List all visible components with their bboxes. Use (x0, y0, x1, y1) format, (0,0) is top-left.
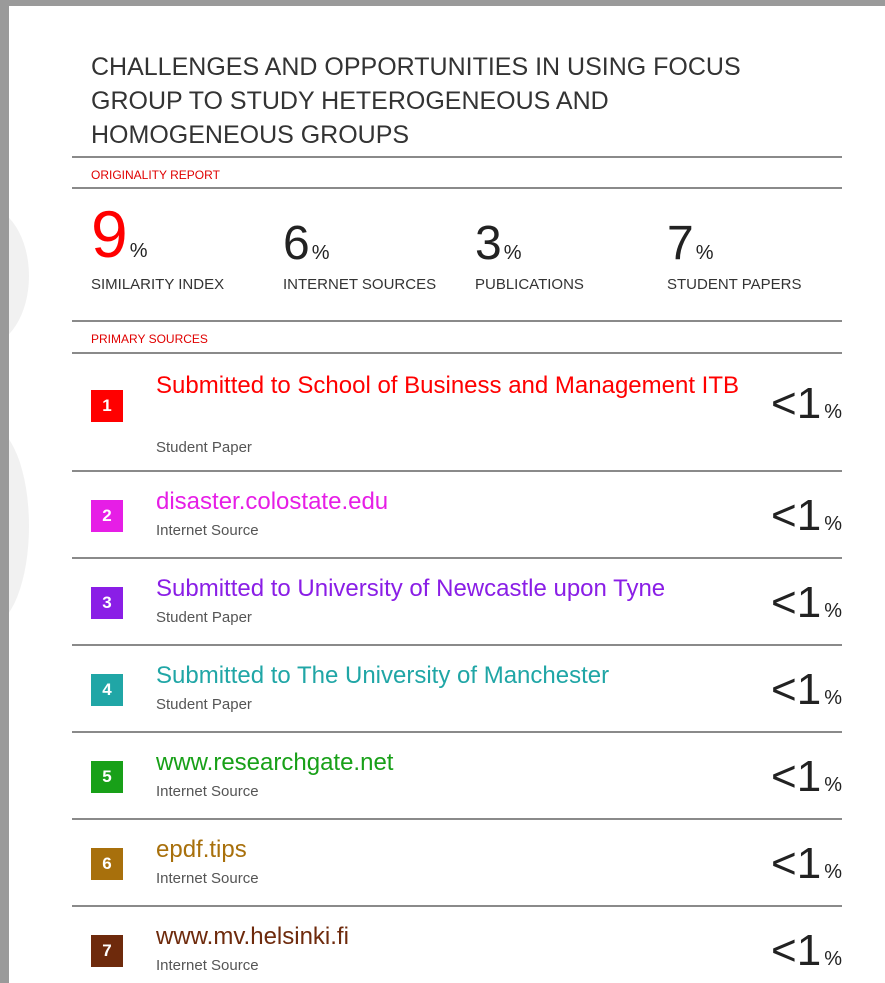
source-percent-value: <1 (771, 839, 822, 888)
source-row[interactable]: 4 Submitted to The University of Manches… (72, 646, 842, 731)
source-type: Internet Source (156, 957, 259, 974)
source-row[interactable]: 2 disaster.colostate.edu Internet Source… (72, 472, 842, 557)
source-percent-unit: % (824, 861, 842, 883)
publications-unit: % (503, 242, 522, 264)
source-title[interactable]: disaster.colostate.edu (156, 484, 746, 520)
source-percent-value: <1 (771, 926, 822, 975)
student-unit: % (695, 242, 714, 264)
report-page: CHALLENGES AND OPPORTUNITIES IN USING FO… (9, 6, 885, 983)
source-title[interactable]: www.researchgate.net (156, 745, 746, 781)
source-percent: <1% (771, 494, 842, 538)
student-label: STUDENT PAPERS (667, 276, 802, 293)
source-percent: <1% (771, 581, 842, 625)
source-percent: <1% (771, 755, 842, 799)
publications-label: PUBLICATIONS (475, 276, 584, 293)
publications-value: 3 (475, 217, 502, 270)
source-type: Student Paper (156, 439, 252, 456)
source-percent-unit: % (824, 774, 842, 796)
source-rank-badge: 7 (91, 935, 123, 967)
source-percent-unit: % (824, 401, 842, 423)
source-title[interactable]: www.mv.helsinki.fi (156, 919, 746, 955)
source-percent-value: <1 (771, 491, 822, 540)
source-rank-badge: 6 (91, 848, 123, 880)
source-percent-unit: % (824, 513, 842, 535)
source-rank-badge: 4 (91, 674, 123, 706)
stat-similarity-index: 9% SIMILARITY INDEX (91, 197, 224, 293)
source-type: Internet Source (156, 783, 259, 800)
source-title[interactable]: Submitted to School of Business and Mana… (156, 368, 746, 404)
student-value: 7 (667, 217, 694, 270)
divider (72, 187, 842, 189)
stat-publications: 3% PUBLICATIONS (475, 217, 584, 294)
source-percent: <1% (771, 929, 842, 973)
source-row[interactable]: 7 www.mv.helsinki.fi Internet Source <1% (72, 907, 842, 983)
source-row[interactable]: 1 Submitted to School of Business and Ma… (72, 354, 842, 470)
internet-unit: % (311, 242, 330, 264)
source-type: Internet Source (156, 870, 259, 887)
watermark-shape (9, 206, 29, 346)
source-percent-value: <1 (771, 665, 822, 714)
stat-internet-sources: 6% INTERNET SOURCES (283, 217, 436, 294)
source-percent-value: <1 (771, 752, 822, 801)
source-percent: <1% (771, 382, 842, 426)
originality-report-label: ORIGINALITY REPORT (91, 168, 220, 182)
source-title[interactable]: epdf.tips (156, 832, 746, 868)
similarity-label: SIMILARITY INDEX (91, 276, 225, 293)
source-title[interactable]: Submitted to University of Newcastle upo… (156, 571, 776, 607)
similarity-value: 9 (91, 197, 128, 271)
source-row[interactable]: 6 epdf.tips Internet Source <1% (72, 820, 842, 905)
source-rank-badge: 5 (91, 761, 123, 793)
similarity-unit: % (129, 240, 148, 262)
source-percent: <1% (771, 668, 842, 712)
primary-sources-label: PRIMARY SOURCES (91, 332, 208, 346)
source-rank-badge: 1 (91, 390, 123, 422)
internet-value: 6 (283, 217, 310, 270)
report-title: CHALLENGES AND OPPORTUNITIES IN USING FO… (91, 53, 741, 149)
watermark-shape (9, 426, 29, 626)
source-type: Student Paper (156, 696, 252, 713)
source-row[interactable]: 3 Submitted to University of Newcastle u… (72, 559, 842, 644)
source-type: Student Paper (156, 609, 252, 626)
source-title[interactable]: Submitted to The University of Mancheste… (156, 658, 746, 694)
source-percent-unit: % (824, 948, 842, 970)
source-rank-badge: 2 (91, 500, 123, 532)
divider (72, 156, 842, 158)
source-rank-badge: 3 (91, 587, 123, 619)
source-type: Internet Source (156, 522, 259, 539)
source-percent-unit: % (824, 687, 842, 709)
source-percent-value: <1 (771, 379, 822, 428)
source-row[interactable]: 5 www.researchgate.net Internet Source <… (72, 733, 842, 818)
internet-label: INTERNET SOURCES (283, 276, 437, 293)
divider (72, 320, 842, 322)
source-percent: <1% (771, 842, 842, 886)
source-percent-unit: % (824, 600, 842, 622)
stat-student-papers: 7% STUDENT PAPERS (667, 217, 801, 294)
source-percent-value: <1 (771, 578, 822, 627)
